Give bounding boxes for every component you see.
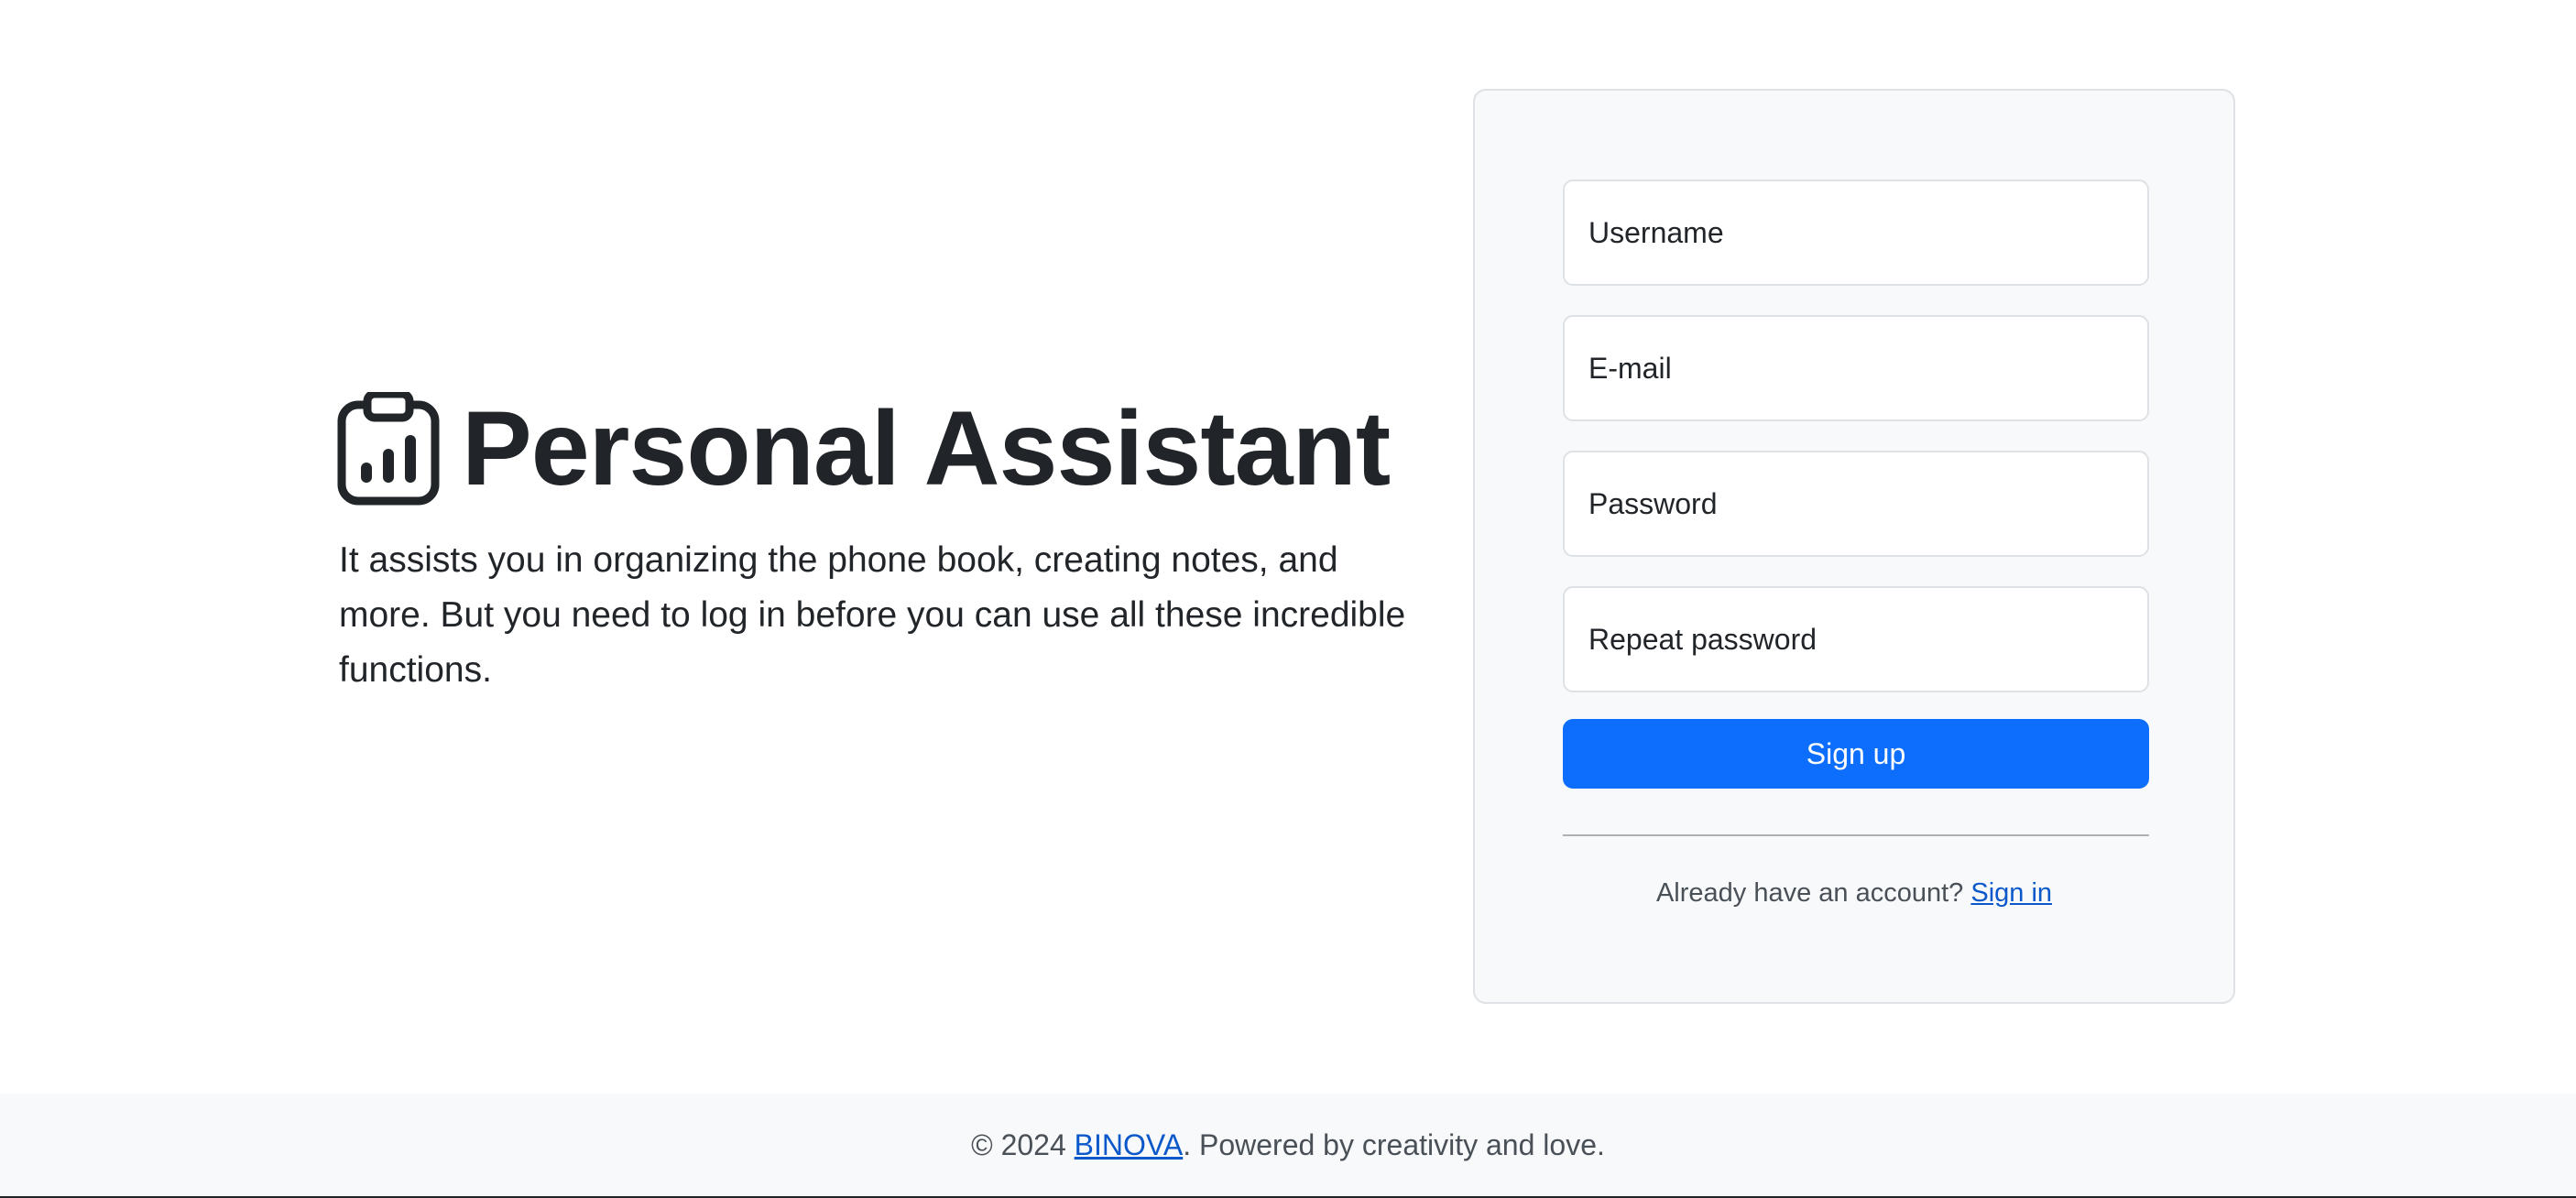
signup-card: Sign up Already have an account? Sign in (1473, 89, 2235, 1004)
page-footer: © 2024 BINOVA. Powered by creativity and… (0, 1094, 2576, 1198)
password-input[interactable] (1563, 451, 2149, 557)
signin-prompt-row: Already have an account? Sign in (1475, 878, 2233, 909)
email-input[interactable] (1563, 315, 2149, 421)
sign-in-link[interactable]: Sign in (1970, 878, 2052, 908)
app-tagline: It assists you in organizing the phone b… (339, 540, 1406, 690)
hero-section: Personal Assistant It assists you in org… (337, 385, 1418, 698)
sign-up-button[interactable]: Sign up (1563, 719, 2149, 789)
title-row: Personal Assistant (337, 385, 1418, 513)
footer-tagline: . Powered by creativity and love. (1183, 1127, 1605, 1161)
clipboard-data-icon (337, 392, 440, 506)
app-title: Personal Assistant (462, 389, 1391, 507)
signup-page: Personal Assistant It assists you in org… (0, 0, 2576, 1198)
username-input[interactable] (1563, 180, 2149, 286)
repeat-password-input[interactable] (1563, 586, 2149, 692)
copyright-text: © 2024 (971, 1127, 1066, 1161)
form-divider (1563, 834, 2149, 836)
signin-prompt-text: Already have an account? (1655, 878, 1964, 908)
binova-link[interactable]: BINOVA (1075, 1128, 1184, 1162)
